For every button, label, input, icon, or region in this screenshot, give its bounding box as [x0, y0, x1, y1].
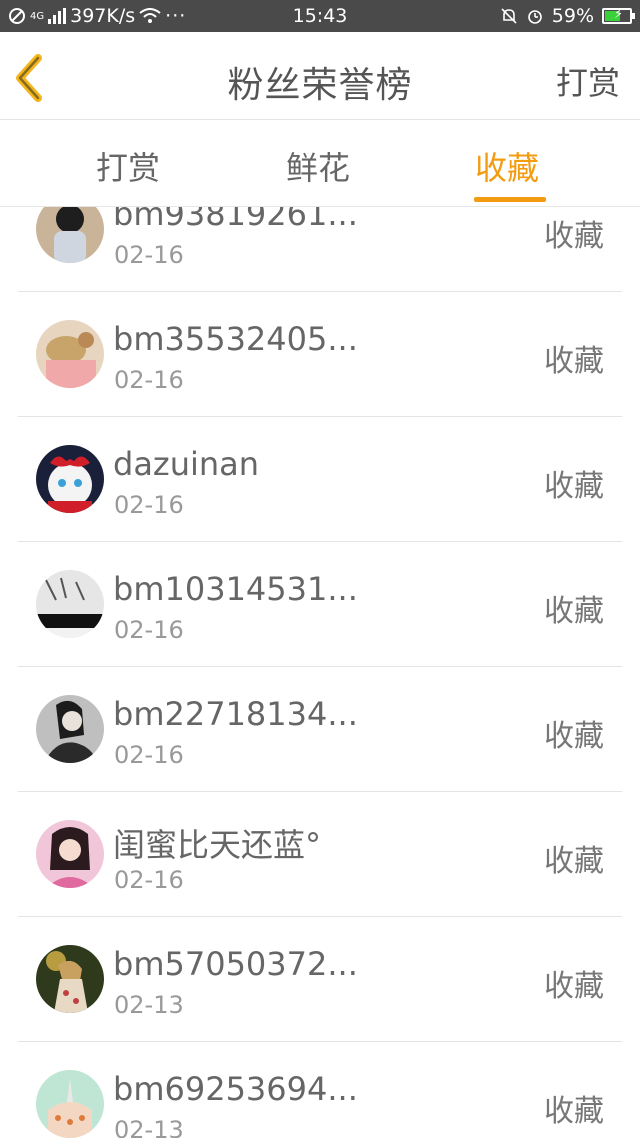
charging-icon: ⚡ — [614, 7, 624, 22]
tip-button[interactable]: 打赏 — [556, 58, 620, 104]
tab-flowers[interactable]: 鲜花 — [286, 143, 350, 189]
list-item[interactable]: bm22718134... 02-16 收藏 — [18, 667, 622, 792]
avatar — [36, 695, 104, 763]
avatar — [36, 1070, 104, 1138]
row-action-label: 收藏 — [544, 469, 604, 504]
date: 02-13 — [114, 991, 184, 1019]
avatar — [36, 820, 104, 888]
row-action-label: 收藏 — [544, 844, 604, 879]
row-action-label: 收藏 — [544, 1094, 604, 1129]
status-bar: 4G 397K/s ··· 15:43 59% ⚡ — [0, 0, 640, 32]
date: 02-13 — [114, 1116, 184, 1138]
user-name: bm22718134... — [113, 695, 358, 733]
alarm-icon — [527, 10, 542, 24]
status-right: 59% ⚡ — [500, 5, 635, 27]
avatar — [36, 445, 104, 513]
app-header: 粉丝荣誉榜 打赏 — [0, 32, 640, 120]
avatar — [36, 945, 104, 1013]
user-name: 闺蜜比天还蓝° — [113, 826, 322, 864]
date: 02-16 — [114, 616, 184, 644]
user-name: bm10314531... — [113, 570, 358, 608]
date: 02-16 — [114, 241, 184, 269]
bell-muted-icon — [501, 8, 517, 24]
avatar — [36, 320, 104, 388]
tab-bar: 打赏 鲜花 收藏 — [0, 121, 640, 207]
date: 02-16 — [114, 491, 184, 519]
row-action-label: 收藏 — [544, 219, 604, 254]
row-action-label: 收藏 — [544, 594, 604, 629]
page-title: 粉丝荣誉榜 — [227, 65, 413, 106]
list-item[interactable]: bm93819261... 02-16 收藏 — [18, 207, 622, 292]
date: 02-16 — [114, 741, 184, 769]
battery-percent: 59% — [551, 5, 594, 27]
user-name: bm57050372... — [113, 945, 358, 983]
date: 02-16 — [114, 866, 184, 894]
list-item[interactable]: 闺蜜比天还蓝° 02-16 收藏 — [18, 792, 622, 917]
list-item[interactable]: bm10314531... 02-16 收藏 — [18, 542, 622, 667]
active-tab-indicator — [474, 197, 546, 202]
user-name: bm35532405... — [113, 320, 358, 358]
tab-favorites[interactable]: 收藏 — [475, 143, 539, 189]
list-item[interactable]: bm57050372... 02-13 收藏 — [18, 917, 622, 1042]
row-action-label: 收藏 — [544, 969, 604, 1004]
list-item[interactable]: dazuinan 02-16 收藏 — [18, 417, 622, 542]
user-name: bm93819261... — [113, 207, 358, 233]
user-name: bm69253694... — [113, 1070, 358, 1108]
avatar — [36, 570, 104, 638]
row-action-label: 收藏 — [544, 719, 604, 754]
user-name: dazuinan — [113, 445, 260, 483]
row-action-label: 收藏 — [544, 344, 604, 379]
fans-list-content: bm93819261... 02-16 收藏 bm35532405... 02-… — [0, 207, 640, 1138]
date: 02-16 — [114, 366, 184, 394]
list-item[interactable]: bm35532405... 02-16 收藏 — [18, 292, 622, 417]
avatar — [36, 207, 104, 263]
tab-tip[interactable]: 打赏 — [96, 143, 160, 189]
list-item[interactable]: bm69253694... 02-13 收藏 — [18, 1042, 622, 1138]
battery-icon: ⚡ — [602, 7, 635, 24]
fans-list[interactable]: bm93819261... 02-16 收藏 bm35532405... 02-… — [0, 207, 640, 1138]
